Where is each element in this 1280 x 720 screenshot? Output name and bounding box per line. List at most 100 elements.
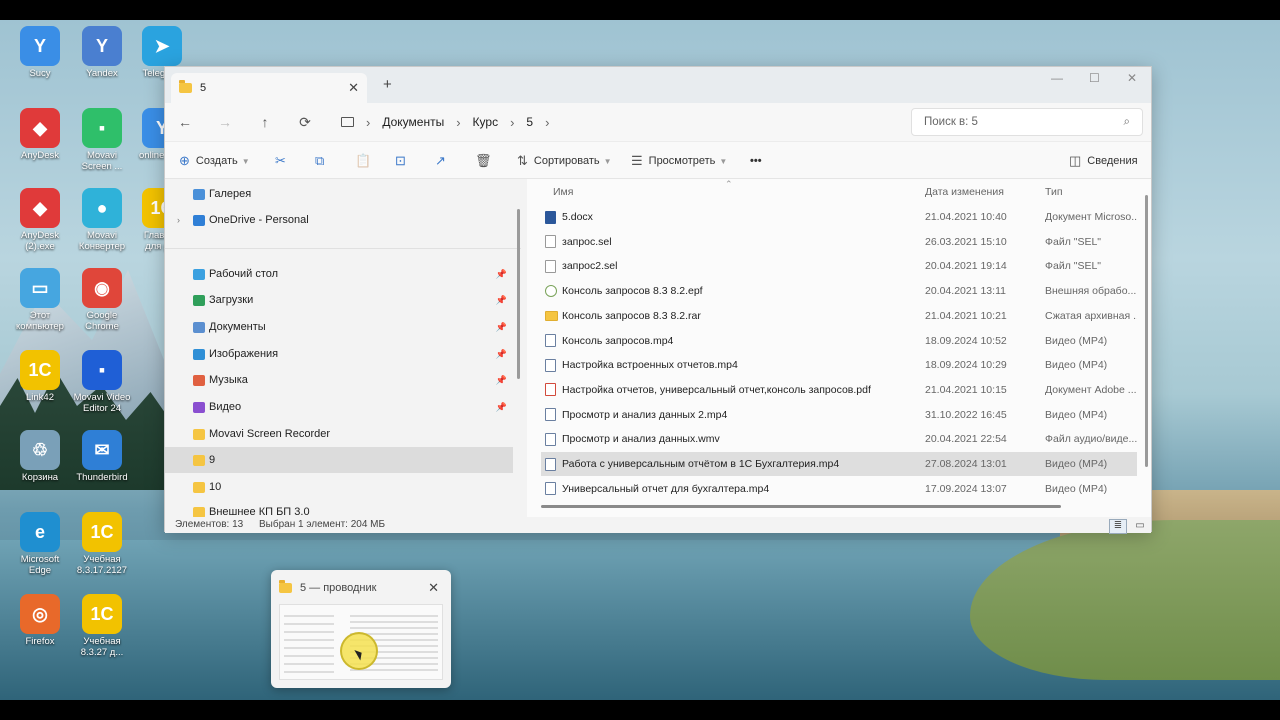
- app-icon: ◆: [20, 188, 60, 228]
- file-row[interactable]: запрос.sel 26.03.2021 15:10 Файл "SEL": [541, 230, 1137, 254]
- sidebar-item[interactable]: Музыка 📌: [165, 367, 513, 393]
- chevron-right-icon: ›: [456, 114, 461, 130]
- nav-scrollbar[interactable]: [517, 209, 520, 379]
- file-row[interactable]: 5.docx 21.04.2021 10:40 Документ Microso..…: [541, 205, 1137, 229]
- horizontal-scrollbar[interactable]: [541, 505, 1061, 508]
- delete-button[interactable]: 🗑: [475, 142, 498, 180]
- file-date: 20.04.2021 13:11: [925, 285, 1006, 298]
- preview-sidebar: [284, 615, 334, 675]
- file-row[interactable]: запрос2.sel 20.04.2021 19:14 Файл "SEL": [541, 254, 1137, 278]
- refresh-button[interactable]: ⟳: [285, 114, 325, 131]
- sidebar-item[interactable]: Внешнее КП БП 3.0: [165, 499, 513, 517]
- create-button[interactable]: ⊕ Создать ▼: [179, 142, 250, 180]
- thumbnail-close-icon[interactable]: ✕: [428, 580, 439, 596]
- file-icon: [545, 432, 556, 446]
- column-header-type[interactable]: Тип: [1045, 179, 1063, 205]
- file-row[interactable]: Настройка встроенных отчетов.mp4 18.09.20…: [541, 353, 1137, 377]
- desktop-icon[interactable]: Y Sucy: [8, 26, 72, 79]
- sidebar-item[interactable]: › OneDrive - Personal: [165, 207, 513, 233]
- app-icon: Y: [20, 26, 60, 66]
- file-date: 20.04.2021 22:54: [925, 433, 1007, 446]
- close-window-button[interactable]: ✕: [1127, 71, 1137, 85]
- tab-folder-5[interactable]: 5 ✕: [171, 73, 367, 103]
- breadcrumb-course[interactable]: Курс: [473, 115, 499, 129]
- file-row[interactable]: Консоль запросов 8.3 8.2.rar 21.04.2021 1…: [541, 304, 1137, 328]
- back-button[interactable]: ←: [165, 114, 205, 130]
- sidebar-item[interactable]: 9: [165, 447, 513, 473]
- sidebar-item[interactable]: Видео 📌: [165, 394, 513, 420]
- file-row[interactable]: Просмотр и анализ данных 2.mp4 31.10.2022…: [541, 403, 1137, 427]
- chevron-right-icon[interactable]: ›: [177, 215, 180, 225]
- file-type: Видео (MP4): [1045, 334, 1108, 347]
- file-type: Файл аудио/виде...: [1045, 433, 1137, 446]
- desktop-icon[interactable]: ◎ Firefox: [8, 594, 72, 647]
- search-input[interactable]: Поиск в: 5 ⌕: [911, 108, 1143, 136]
- more-options-button[interactable]: •••: [750, 142, 762, 180]
- sidebar-item[interactable]: Загрузки 📌: [165, 287, 513, 313]
- desktop-icon[interactable]: ▭ Этот компьютер: [8, 268, 72, 332]
- letterbox-top: [0, 0, 1280, 20]
- desktop-icon[interactable]: 1С Link42: [8, 350, 72, 403]
- desktop-icon[interactable]: 1С Учебная 8.3.27 д...: [70, 594, 134, 658]
- desktop-icon-label: Google Chrome: [85, 310, 119, 332]
- column-header-name[interactable]: Имя: [553, 179, 573, 205]
- up-button[interactable]: ↑: [245, 114, 285, 130]
- desktop-icon[interactable]: e Microsoft Edge: [8, 512, 72, 576]
- desktop-icon[interactable]: ▪ Movavi Screen ...: [70, 108, 134, 172]
- sort-button[interactable]: ⇅ Сортировать ▼: [517, 142, 612, 180]
- desktop-icon[interactable]: ◆ AnyDesk (2).exe: [8, 188, 72, 252]
- file-row[interactable]: Просмотр и анализ данных.wmv 20.04.2021 2…: [541, 427, 1137, 451]
- file-type: Видео (MP4): [1045, 359, 1108, 372]
- file-row[interactable]: Настройка отчетов, универсальный отчет,к…: [541, 378, 1137, 402]
- column-header-date[interactable]: Дата изменения: [925, 179, 1004, 205]
- app-icon: e: [20, 512, 60, 552]
- sidebar-item[interactable]: 10: [165, 474, 513, 500]
- vertical-scrollbar[interactable]: [1145, 195, 1148, 467]
- paste-button[interactable]: 📋: [355, 142, 377, 180]
- maximize-button[interactable]: ☐: [1089, 71, 1100, 85]
- folder-icon: [193, 454, 205, 466]
- minimize-button[interactable]: —: [1051, 71, 1063, 85]
- copy-button[interactable]: ⧉: [315, 142, 330, 180]
- breadcrumb-documents[interactable]: Документы: [382, 115, 444, 129]
- this-pc-icon[interactable]: [341, 117, 354, 127]
- desktop-icon[interactable]: ▪ Movavi Video Editor 24: [70, 350, 134, 414]
- sidebar-item[interactable]: Изображения 📌: [165, 341, 513, 367]
- details-button[interactable]: ◫ Сведения: [1069, 142, 1138, 180]
- desktop-icon[interactable]: Y Yandex: [70, 26, 134, 79]
- rename-button[interactable]: ⊡: [395, 142, 412, 180]
- details-view-icon[interactable]: ≣: [1109, 519, 1127, 534]
- chevron-right-icon[interactable]: ›: [545, 115, 549, 130]
- file-explorer-window: 5 ✕ + — ☐ ✕ ← → ↑ ⟳ › Документы › Курс ›…: [164, 66, 1152, 534]
- taskbar-thumbnail[interactable]: 5 — проводник ✕: [271, 570, 451, 688]
- sidebar-item[interactable]: Галерея: [165, 181, 513, 207]
- file-row[interactable]: Консоль запросов.mp4 18.09.2024 10:52 Виде…: [541, 329, 1137, 353]
- tiles-view-icon[interactable]: ▭: [1131, 519, 1149, 534]
- desktop-icon[interactable]: ● Movavi Конвертер: [70, 188, 134, 252]
- desktop-icon[interactable]: ♲ Корзина: [8, 430, 72, 483]
- file-row[interactable]: Универсальный отчет для бухгалтера.mp4 17…: [541, 477, 1137, 501]
- folder-icon: [193, 374, 205, 386]
- sidebar-item[interactable]: Рабочий стол 📌: [165, 261, 513, 287]
- forward-button[interactable]: →: [205, 114, 245, 130]
- folder-icon: [193, 506, 205, 517]
- cut-button[interactable]: ✂: [275, 142, 292, 180]
- view-button[interactable]: ☰ Просмотреть ▼: [631, 142, 727, 180]
- desktop-icon[interactable]: ◉ Google Chrome: [70, 268, 134, 332]
- desktop-icon[interactable]: ✉ Thunderbird: [70, 430, 134, 483]
- sidebar-item[interactable]: Movavi Screen Recorder: [165, 421, 513, 447]
- share-button[interactable]: ↗: [435, 142, 452, 180]
- pin-icon: 📌: [495, 374, 507, 385]
- desktop-icon[interactable]: ◆ AnyDesk: [8, 108, 72, 161]
- file-row[interactable]: Работа с универсальным отчётом в 1С Бухг…: [541, 452, 1137, 476]
- sidebar-item[interactable]: Документы 📌: [165, 314, 513, 340]
- file-type: Видео (MP4): [1045, 458, 1108, 470]
- sidebar-item-label: Внешнее КП БП 3.0: [209, 506, 310, 517]
- sidebar-item-label: Видео: [209, 401, 242, 413]
- file-name: запрос.sel: [562, 235, 612, 248]
- desktop-icon[interactable]: 1С Учебная 8.3.17.2127: [70, 512, 134, 576]
- close-tab-icon[interactable]: ✕: [348, 80, 359, 96]
- new-tab-button[interactable]: +: [383, 76, 392, 93]
- file-row[interactable]: Консоль запросов 8.3 8.2.epf 20.04.2021 1…: [541, 279, 1137, 303]
- breadcrumb-5[interactable]: 5: [526, 115, 533, 129]
